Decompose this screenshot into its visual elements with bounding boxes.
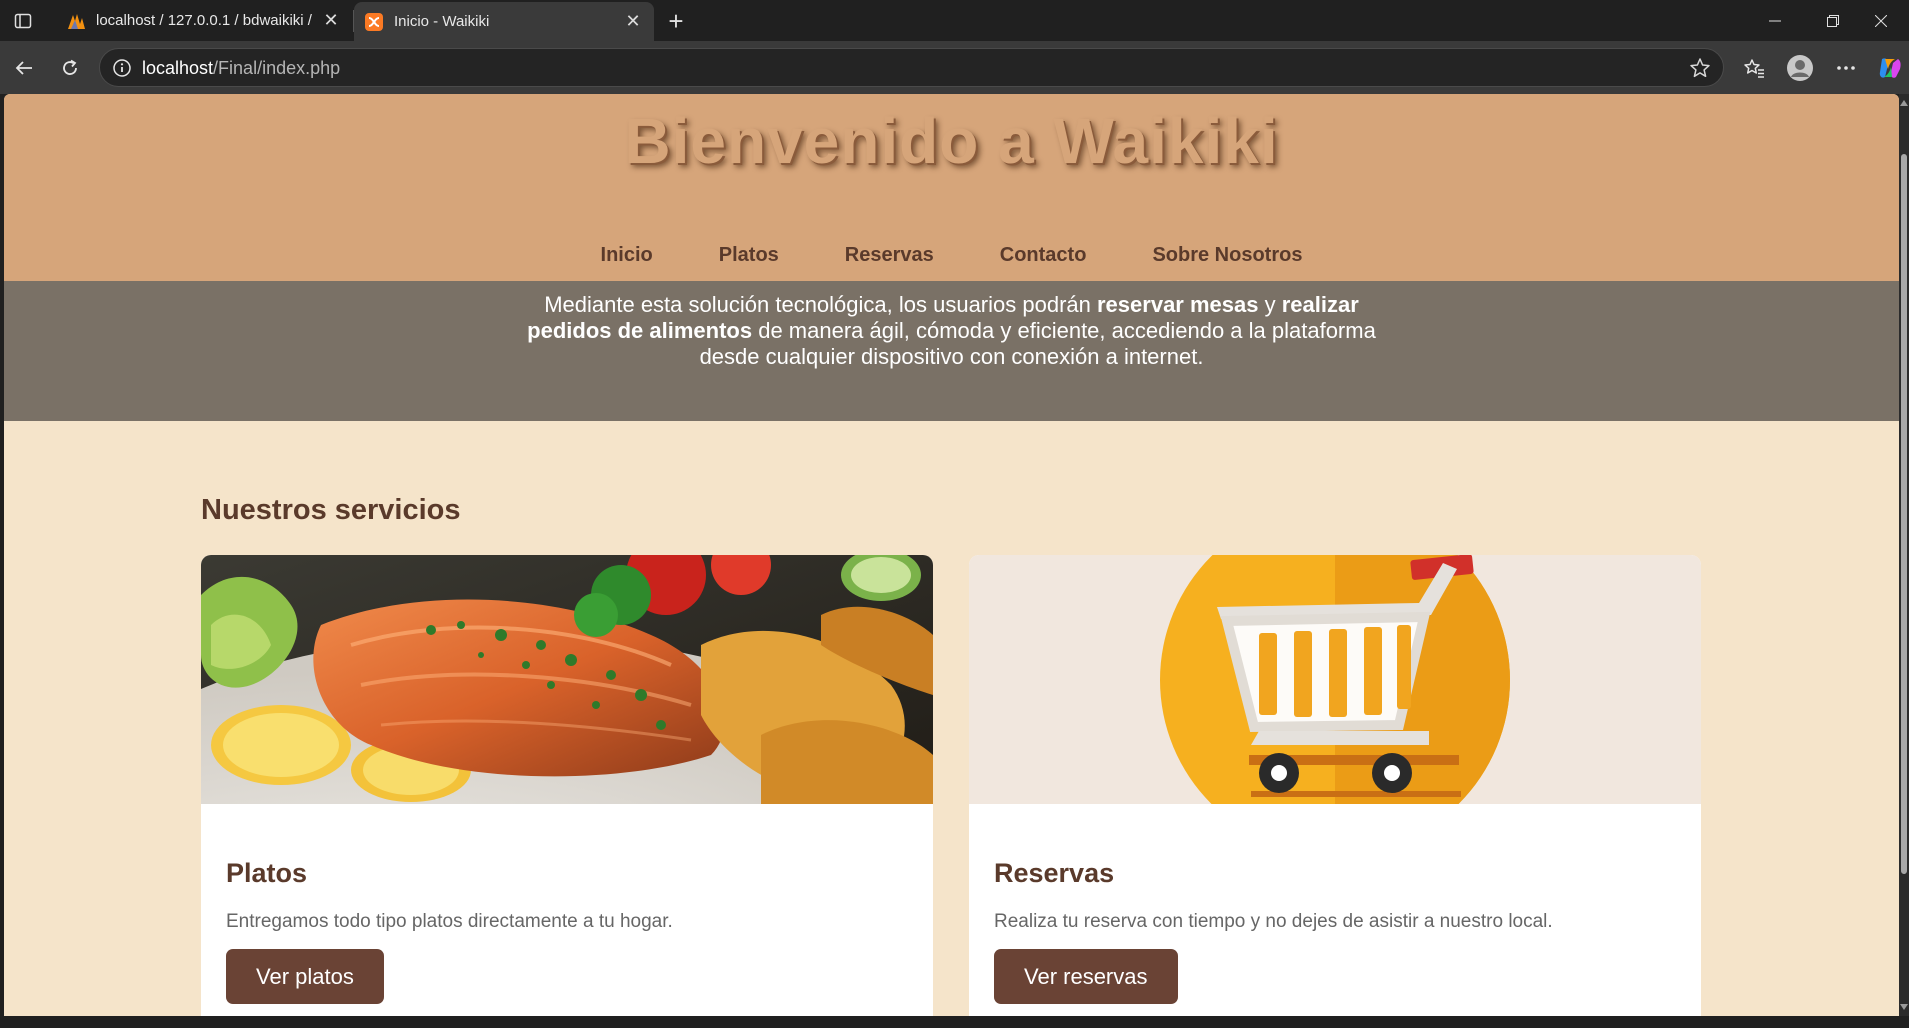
reload-icon[interactable] xyxy=(54,52,86,84)
ver-platos-button[interactable]: Ver platos xyxy=(226,949,384,1004)
favorite-star-icon[interactable] xyxy=(1689,57,1711,79)
copilot-icon[interactable] xyxy=(1874,52,1906,84)
nav-sobre-nosotros[interactable]: Sobre Nosotros xyxy=(1119,244,1335,267)
scroll-thumb[interactable] xyxy=(1901,154,1907,874)
tab-title: Inicio - Waikiki xyxy=(394,13,490,30)
url-text[interactable]: localhost/Final/index.php xyxy=(142,58,340,79)
favorites-icon[interactable] xyxy=(1738,52,1770,84)
tab-actions-icon[interactable] xyxy=(10,8,36,34)
phpmyadmin-icon xyxy=(66,11,86,31)
close-icon[interactable]: ✕ xyxy=(318,8,344,34)
tab-title: localhost / 127.0.0.1 / bdwaikiki / xyxy=(96,12,312,29)
ver-reservas-button[interactable]: Ver reservas xyxy=(994,949,1178,1004)
scroll-down-arrow-icon[interactable] xyxy=(1900,1004,1908,1010)
close-window-icon[interactable] xyxy=(1853,0,1909,41)
xampp-icon xyxy=(364,12,384,32)
new-tab-icon[interactable]: + xyxy=(662,6,690,36)
scroll-up-arrow-icon[interactable] xyxy=(1900,100,1908,106)
window-bottom-edge xyxy=(0,1016,1909,1028)
card-title: Reservas xyxy=(994,858,1115,888)
card-title: Platos xyxy=(226,858,308,888)
site-info-icon[interactable] xyxy=(112,58,132,78)
services-heading: Nuestros servicios xyxy=(201,494,461,526)
service-card-reservas: Reservas Realiza tu reserva con tiempo y… xyxy=(969,555,1701,1016)
close-icon[interactable]: ✕ xyxy=(620,9,646,35)
main-nav: Inicio Platos Reservas Contacto Sobre No… xyxy=(4,244,1899,267)
page-viewport: Bienvenido a Waikiki Inicio Platos Reser… xyxy=(4,94,1899,1016)
site-title: Bienvenido a Waikiki xyxy=(624,105,1279,177)
service-card-platos: Platos Entregamos todo tipo platos direc… xyxy=(201,555,933,1016)
minimize-icon[interactable] xyxy=(1747,0,1803,41)
nav-contacto[interactable]: Contacto xyxy=(967,244,1120,267)
nav-platos[interactable]: Platos xyxy=(686,244,812,267)
card-description: Realiza tu reserva con tiempo y no dejes… xyxy=(994,911,1553,932)
nav-inicio[interactable]: Inicio xyxy=(568,244,686,267)
profile-avatar-icon[interactable] xyxy=(1784,52,1816,84)
address-bar[interactable]: localhost/Final/index.php xyxy=(99,48,1724,87)
tab-bar: localhost / 127.0.0.1 / bdwaikiki / ✕ In… xyxy=(0,0,1909,41)
tab-phpmyadmin[interactable]: localhost / 127.0.0.1 / bdwaikiki / ✕ xyxy=(56,0,352,41)
browser-toolbar: localhost/Final/index.php xyxy=(0,41,1909,94)
more-options-icon[interactable] xyxy=(1830,52,1862,84)
salmon-dish-image xyxy=(201,555,933,804)
site-header: Bienvenido a Waikiki Inicio Platos Reser… xyxy=(4,94,1899,281)
shopping-cart-image xyxy=(969,555,1701,804)
page-scrollbar[interactable] xyxy=(1899,94,1909,1016)
card-description: Entregamos todo tipo platos directamente… xyxy=(226,911,673,932)
back-arrow-icon[interactable] xyxy=(8,52,40,84)
hero-banner: Mediante esta solución tecnológica, los … xyxy=(4,281,1899,421)
tab-inicio-waikiki[interactable]: Inicio - Waikiki ✕ xyxy=(354,2,654,41)
nav-reservas[interactable]: Reservas xyxy=(812,244,967,267)
hero-text: Mediante esta solución tecnológica, los … xyxy=(527,292,1376,369)
